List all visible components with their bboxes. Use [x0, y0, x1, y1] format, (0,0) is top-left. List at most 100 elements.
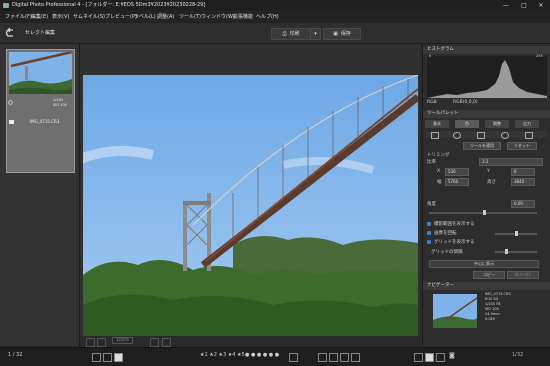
compare-icon[interactable]: [150, 338, 159, 347]
lens-tool-icon[interactable]: [477, 132, 485, 139]
menu-extensions[interactable]: 拡張機能: [233, 11, 253, 23]
grid-view-icon[interactable]: [92, 353, 101, 362]
center-view-button[interactable]: 中心に表示: [429, 260, 539, 268]
image-count: 1/32: [512, 352, 524, 358]
layout-3-icon[interactable]: [436, 353, 445, 362]
highlight-icon[interactable]: [162, 338, 171, 347]
thumbnail-image: [9, 52, 72, 94]
trim-heading: トリミング: [427, 153, 450, 158]
copy-label: コピー: [483, 272, 495, 277]
navigator-header[interactable]: ナビゲーター: [423, 282, 550, 290]
image-viewer[interactable]: [80, 44, 420, 348]
gear-icon[interactable]: [525, 132, 533, 139]
tab-output[interactable]: 出力: [515, 120, 539, 128]
last-page-icon[interactable]: [351, 353, 360, 362]
center-view-label: 中心に表示: [474, 261, 494, 266]
menu-preview[interactable]: プレビュー(P): [105, 11, 137, 23]
next-page-icon[interactable]: [340, 353, 349, 362]
x-field[interactable]: 536: [445, 168, 469, 176]
menu-thumbnail[interactable]: サムネイル(S): [73, 11, 105, 23]
tab-adjust-label: 調整: [493, 121, 501, 126]
show-grid-label: グリッドを表示する: [434, 240, 475, 245]
apply-tool-button[interactable]: ツールを適用: [463, 142, 501, 150]
mode-label: セレクト編集: [25, 30, 56, 36]
menu-label[interactable]: ラベル(L): [134, 11, 156, 23]
layout-1-icon[interactable]: [414, 353, 423, 362]
grid-slider-knob[interactable]: [505, 249, 508, 254]
ratio-select[interactable]: 3:2: [479, 158, 543, 166]
menu-file[interactable]: ファイル(F): [5, 11, 32, 23]
rating-stars[interactable]: ★1 ★2 ★3 ★4 ★5: [200, 352, 245, 358]
print-label: 印刷: [289, 31, 300, 37]
angle-field[interactable]: 0.00: [511, 200, 535, 208]
menu-tools[interactable]: ツール(T): [179, 11, 201, 23]
label-dots[interactable]: ● ● ● ● ● ●: [245, 352, 279, 358]
rotate-slider[interactable]: [495, 231, 537, 236]
h-field[interactable]: 3840: [511, 178, 535, 186]
rotate-image-label: 画像を回転: [434, 231, 457, 236]
histogram-header[interactable]: ヒストグラム: [423, 46, 550, 54]
layout-2-icon[interactable]: [425, 353, 434, 362]
show-area-checkbox[interactable]: [427, 222, 431, 226]
tab-adjust[interactable]: 調整: [485, 120, 509, 128]
back-arrow-icon[interactable]: [4, 27, 16, 39]
printer-icon: ⎙: [282, 31, 287, 37]
raw-badge: [9, 120, 14, 124]
w-label: 幅: [437, 180, 442, 185]
menu-help[interactable]: ヘルプ(H): [256, 11, 279, 23]
toolpalette-header[interactable]: ツールパレット: [423, 110, 550, 118]
tab-basic[interactable]: 基本: [425, 120, 449, 128]
tab-color[interactable]: 色: [455, 120, 479, 128]
fit-view-icon[interactable]: [86, 338, 95, 347]
x-value: 536: [448, 169, 456, 174]
list-view-icon[interactable]: [103, 353, 112, 362]
print-button[interactable]: ⎙ 印刷: [271, 28, 311, 40]
dust-tool-icon[interactable]: [501, 132, 509, 139]
angle-slider[interactable]: [429, 210, 537, 215]
menu-bar: ファイル(F) 編集(E) 表示(V) サムネイル(S) プレビュー(P) ラベ…: [0, 11, 550, 23]
rotate-slider-knob[interactable]: [515, 231, 518, 236]
ratio-value: 3:2: [482, 159, 489, 164]
filmstrip-panel: 1/200 ISO 100 IMG_4715.CR3: [0, 44, 80, 346]
thumbnail-card[interactable]: 1/200 ISO 100 IMG_4715.CR3: [6, 49, 75, 173]
prev-page-icon[interactable]: [329, 353, 338, 362]
w-field[interactable]: 5760: [445, 178, 469, 186]
print-dropdown-button[interactable]: ▾: [310, 28, 321, 40]
save-button[interactable]: ▣ 保存: [323, 28, 361, 40]
filter-icon[interactable]: [289, 353, 298, 362]
rotate-icon[interactable]: [8, 100, 13, 105]
camera-icon[interactable]: ◙: [449, 352, 455, 359]
navigator-preview[interactable]: [433, 294, 477, 328]
grid-slider[interactable]: [495, 249, 537, 254]
menu-view[interactable]: 表示(V): [52, 11, 69, 23]
y-field[interactable]: 0: [511, 168, 535, 176]
single-view-icon[interactable]: [114, 353, 123, 362]
app-icon: [3, 3, 9, 8]
menu-edit[interactable]: 編集(E): [31, 11, 48, 23]
tab-color-label: 色: [465, 121, 469, 126]
close-button[interactable]: ✕: [532, 0, 550, 11]
copy-button[interactable]: コピー: [473, 271, 505, 279]
viewer-controls: 100%: [80, 336, 420, 347]
nav-info-ev: 0.0EV: [485, 317, 496, 321]
rotate-image-checkbox[interactable]: [427, 231, 431, 235]
y-label: Y: [487, 169, 490, 174]
angle-value: 0.00: [514, 201, 523, 206]
reset-button[interactable]: リセット: [507, 142, 537, 150]
menu-adjust[interactable]: 調整(A): [157, 11, 174, 23]
paste-label: 貼り付け: [515, 272, 531, 277]
histogram-graph: [427, 56, 547, 98]
first-page-icon[interactable]: [318, 353, 327, 362]
crop-tool-icon[interactable]: [431, 132, 439, 139]
grid-toggle-icon[interactable]: [97, 338, 106, 347]
angle-slider-knob[interactable]: [483, 210, 486, 215]
menu-window[interactable]: ウィンドウ(W): [201, 11, 235, 23]
paste-button[interactable]: 貼り付け: [507, 271, 539, 279]
hist-readout: RGB(0,0,0): [453, 100, 478, 105]
hist-rgb-label: RGB: [427, 100, 437, 105]
stamp-tool-icon[interactable]: [453, 132, 461, 139]
zoom-level[interactable]: 100%: [112, 337, 133, 344]
show-grid-checkbox[interactable]: [427, 240, 431, 244]
minimize-button[interactable]: —: [497, 0, 515, 11]
maximize-button[interactable]: □: [515, 0, 533, 11]
